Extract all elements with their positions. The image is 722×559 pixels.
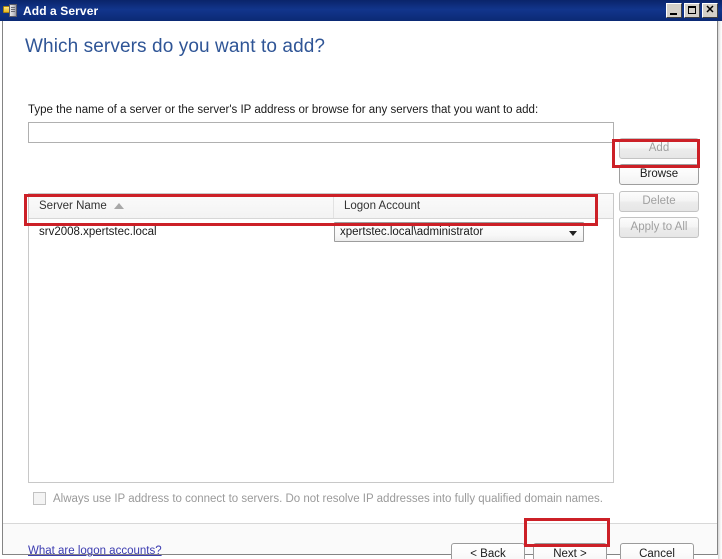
logon-account-dropdown[interactable]: xpertstec.local\administrator <box>334 222 584 242</box>
delete-button[interactable]: Delete <box>619 191 699 212</box>
apply-to-all-button[interactable]: Apply to All <box>619 217 699 238</box>
maximize-button[interactable] <box>684 3 700 18</box>
logon-accounts-help-link[interactable]: What are logon accounts? <box>28 545 162 557</box>
page-title: Which servers do you want to add? <box>25 36 326 57</box>
servers-table: Server Name Logon Account srv2008.xperts… <box>28 193 614 483</box>
browse-button[interactable]: Browse <box>619 164 699 185</box>
logon-account-value: xpertstec.local\administrator <box>340 226 484 238</box>
window-title: Add a Server <box>23 3 99 18</box>
column-header-server-name[interactable]: Server Name <box>29 194 334 218</box>
table-row[interactable]: srv2008.xpertstec.local xpertstec.local\… <box>29 219 613 245</box>
always-use-ip-label: Always use IP address to connect to serv… <box>53 492 603 505</box>
server-name-input[interactable] <box>28 122 614 143</box>
column-header-logon-account-label: Logon Account <box>344 199 421 212</box>
always-use-ip-checkbox[interactable] <box>33 492 46 505</box>
cell-server-name: srv2008.xpertstec.local <box>39 226 157 238</box>
window-controls: ✕ <box>666 3 720 18</box>
table-body: srv2008.xpertstec.local xpertstec.local\… <box>29 219 613 483</box>
close-icon[interactable]: ✕ <box>702 3 718 18</box>
column-header-logon-account[interactable]: Logon Account <box>334 194 613 218</box>
always-use-ip-row[interactable]: Always use IP address to connect to serv… <box>33 492 603 505</box>
window-right-edge <box>718 21 722 559</box>
minimize-button[interactable] <box>666 3 682 18</box>
server-icon <box>3 3 19 19</box>
sort-ascending-icon <box>113 203 124 209</box>
title-bar[interactable]: Add a Server ✕ <box>0 0 722 21</box>
next-button[interactable]: Next > <box>533 543 607 559</box>
chevron-down-icon <box>569 231 577 236</box>
add-a-server-dialog: Add a Server ✕ Which servers do you want… <box>0 0 722 559</box>
instruction-text: Type the name of a server or the server'… <box>28 104 539 116</box>
add-button[interactable]: Add <box>619 138 699 159</box>
column-header-server-name-label: Server Name <box>39 199 107 212</box>
back-button[interactable]: < Back <box>451 543 525 559</box>
dialog-content: Which servers do you want to add? Type t… <box>2 21 718 559</box>
cancel-button[interactable]: Cancel <box>620 543 694 559</box>
table-header-row: Server Name Logon Account <box>29 194 613 219</box>
